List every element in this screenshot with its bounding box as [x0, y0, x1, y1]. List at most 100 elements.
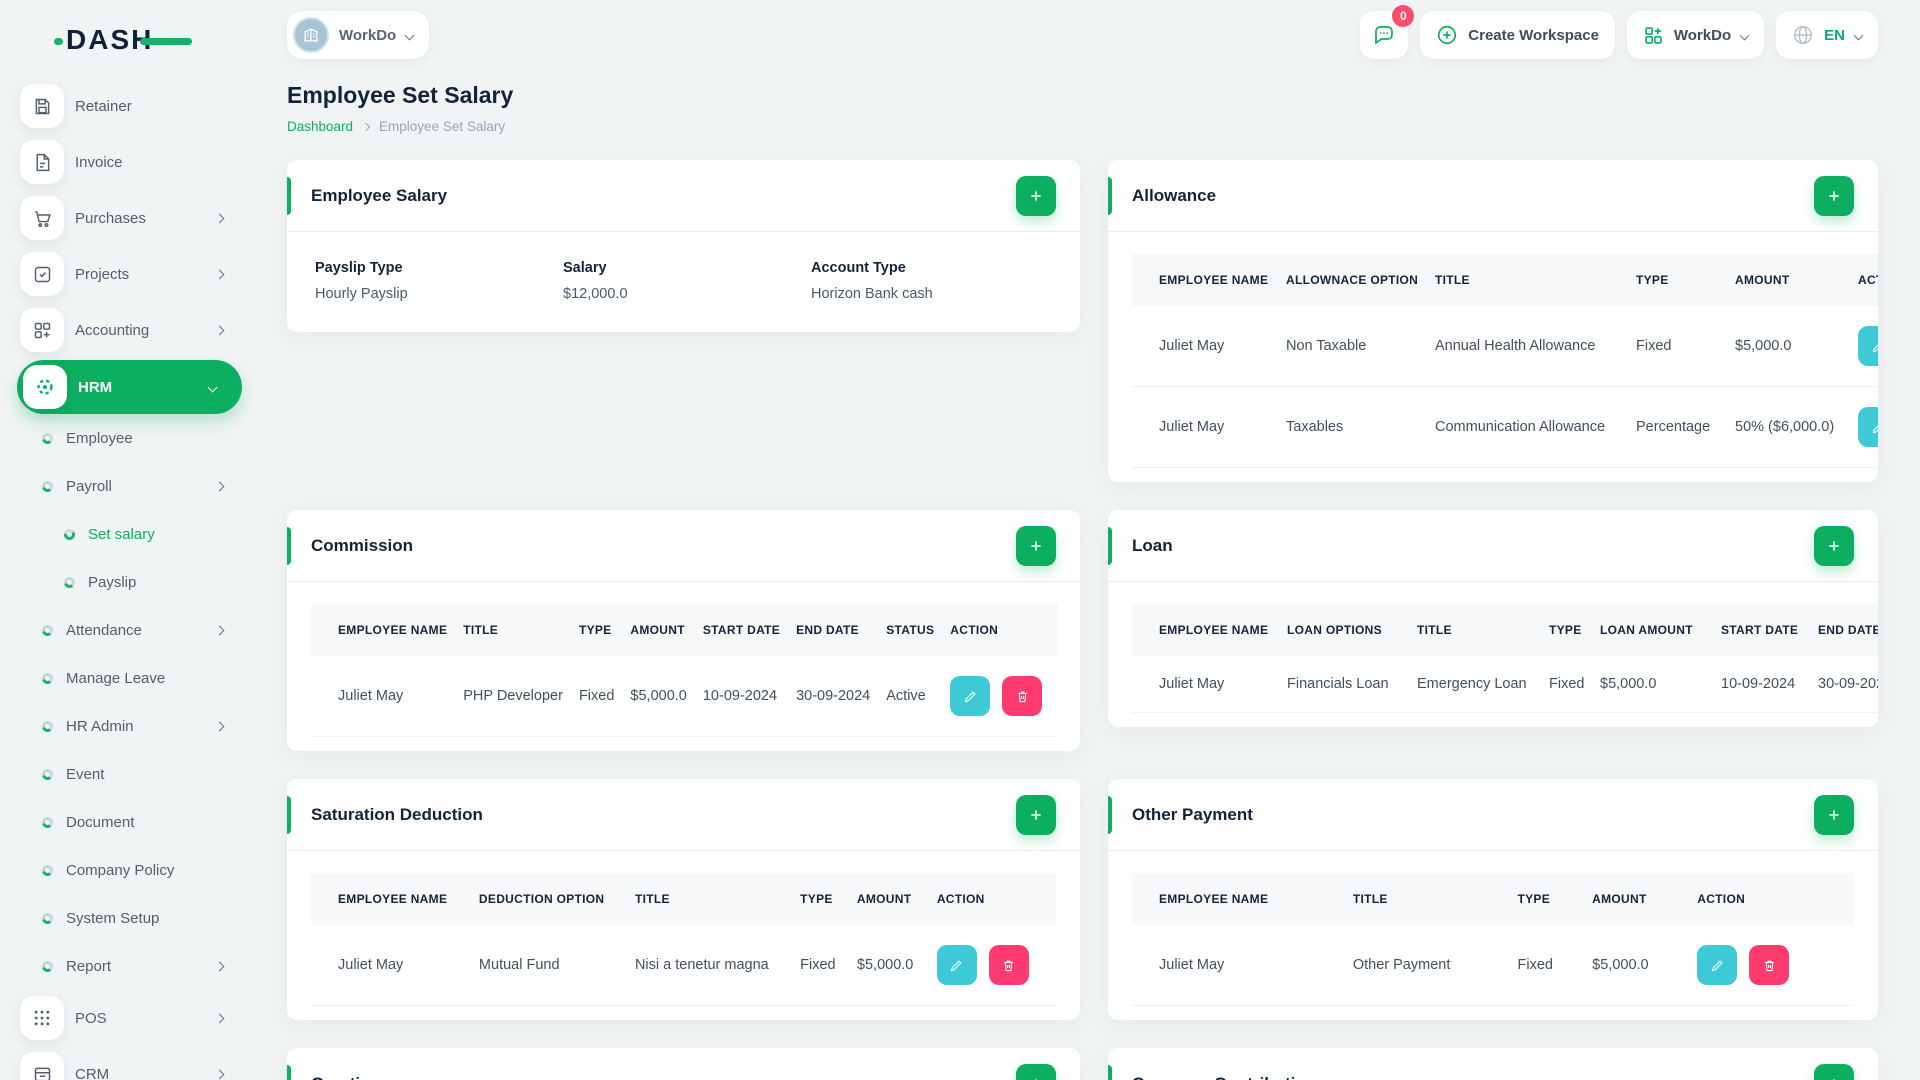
breadcrumb-home-link[interactable]: Dashboard	[287, 119, 353, 134]
table-row: Juliet May PHP Developer Fixed $5,000.0 …	[311, 656, 1059, 737]
card-body: EMPLOYEE NAME TITLE TYPE AMOUNT ACTION J…	[1108, 851, 1878, 1020]
bullet-icon	[42, 864, 53, 876]
table-cell: $5,000.0	[1592, 925, 1698, 1006]
messages-button[interactable]: 0	[1360, 5, 1415, 59]
column-header: EMPLOYEE NAME	[1132, 604, 1287, 656]
sidebar-item-label: Company Policy	[66, 861, 175, 879]
commission-card: Commission EMPLOYEE NAME TITLE TYPE AMOU…	[287, 510, 1080, 751]
edit-button[interactable]	[1858, 407, 1878, 447]
edit-button[interactable]	[936, 945, 977, 985]
sidebar-item-hrm[interactable]: HRM	[17, 360, 242, 414]
sidebar-item-retainer[interactable]: Retainer	[0, 78, 255, 134]
column-header: TYPE	[1517, 873, 1593, 925]
brand-logo[interactable]: DASH	[54, 24, 196, 58]
sidebar-item-payroll[interactable]: Payroll	[0, 462, 255, 510]
add-overtime-button[interactable]	[1016, 1064, 1056, 1080]
sidebar-item-crm[interactable]: CRM	[0, 1046, 255, 1080]
sidebar-item-pos[interactable]: POS	[0, 990, 255, 1046]
bullet-icon	[42, 960, 53, 972]
chevron-right-icon	[214, 213, 225, 223]
logo-accent-bar	[140, 38, 192, 45]
sidebar-item-label: CRM	[75, 1065, 110, 1080]
card-body: EMPLOYEE NAME LOAN OPTIONS TITLE TYPE LO…	[1108, 582, 1878, 727]
delete-button[interactable]	[1002, 676, 1043, 716]
sidebar-item-set-salary[interactable]: Set salary	[0, 510, 255, 558]
add-other-payment-button[interactable]	[1814, 795, 1854, 835]
bullet-icon	[42, 432, 53, 444]
sidebar-item-manage-leave[interactable]: Manage Leave	[0, 654, 255, 702]
field-salary: Salary $12,000.0	[563, 260, 811, 302]
table-scroll-region[interactable]: EMPLOYEE NAME LOAN OPTIONS TITLE TYPE LO…	[1132, 604, 1878, 713]
sidebar-item-employee[interactable]: Employee	[0, 414, 255, 462]
card-body: EMPLOYEE NAME ALLOWNACE OPTION TITLE TYP…	[1108, 232, 1878, 482]
sidebar-item-accounting[interactable]: Accounting	[0, 302, 255, 358]
sidebar-item-projects[interactable]: Projects	[0, 246, 255, 302]
table-row: Juliet May Financials Loan Emergency Loa…	[1132, 656, 1878, 713]
add-company-contribution-button[interactable]	[1814, 1064, 1854, 1080]
sidebar-item-purchases[interactable]: Purchases	[0, 190, 255, 246]
sidebar-item-label: Event	[66, 765, 105, 783]
delete-button[interactable]	[988, 945, 1029, 985]
table-cell: 10-09-2024	[1721, 656, 1818, 713]
table-cell: Annual Health Allowance	[1435, 306, 1636, 387]
sidebar-item-hr-admin[interactable]: HR Admin	[0, 702, 255, 750]
sidebar-item-system-setup[interactable]: System Setup	[0, 894, 255, 942]
messages-badge: 0	[1392, 5, 1415, 27]
sidebar-item-label: Retainer	[75, 97, 132, 115]
table-cell: Fixed	[578, 656, 631, 737]
employee-salary-card: Employee Salary Payslip Type Hourly Pays…	[287, 160, 1080, 332]
invoice-icon	[20, 140, 64, 184]
table-cell: Other Payment	[1352, 925, 1518, 1006]
sidebar-item-event[interactable]: Event	[0, 750, 255, 798]
add-saturation-deduction-button[interactable]	[1016, 795, 1056, 835]
table-cell: Juliet May	[1132, 925, 1353, 1006]
globe-icon	[1794, 26, 1813, 44]
workdo-menu-button[interactable]: WorkDo	[1626, 11, 1765, 59]
column-header: EMPLOYEE NAME	[1132, 254, 1286, 306]
edit-button[interactable]	[1697, 945, 1738, 985]
language-selector[interactable]: EN	[1776, 11, 1878, 59]
sidebar-item-document[interactable]: Document	[0, 798, 255, 846]
chevron-down-icon	[404, 30, 415, 40]
allowance-card: Allowance EMPLOYEE NAME ALLOWNACE OPTION…	[1108, 160, 1878, 482]
chevron-right-icon	[361, 122, 371, 131]
add-commission-button[interactable]	[1016, 526, 1056, 566]
add-loan-button[interactable]	[1814, 526, 1854, 566]
table-scroll-region[interactable]: EMPLOYEE NAME ALLOWNACE OPTION TITLE TYP…	[1132, 254, 1878, 468]
bullet-icon	[42, 672, 53, 684]
table-row: Juliet May Other Payment Fixed $5,000.0	[1132, 925, 1854, 1006]
table-cell: PHP Developer	[463, 656, 579, 737]
table-cell-actions	[1858, 386, 1878, 468]
app-root: DASH Retainer Invoice Purchases Projects…	[0, 0, 1920, 1080]
allowance-table: EMPLOYEE NAME ALLOWNACE OPTION TITLE TYP…	[1132, 254, 1878, 468]
field-value: Horizon Bank cash	[811, 286, 933, 302]
delete-button[interactable]	[1749, 945, 1790, 985]
table-header-row: EMPLOYEE NAME TITLE TYPE AMOUNT ACTION	[1132, 873, 1854, 925]
chevron-down-icon	[1739, 30, 1750, 40]
cards-grid: Employee Salary Payslip Type Hourly Pays…	[287, 160, 1878, 1080]
column-header: TYPE	[1636, 254, 1735, 306]
table-header-row: EMPLOYEE NAME ALLOWNACE OPTION TITLE TYP…	[1132, 254, 1878, 306]
sidebar-item-attendance[interactable]: Attendance	[0, 606, 255, 654]
loan-table: EMPLOYEE NAME LOAN OPTIONS TITLE TYPE LO…	[1132, 604, 1878, 713]
create-workspace-button[interactable]: Create Workspace	[1420, 11, 1615, 59]
edit-button[interactable]	[950, 676, 991, 716]
retainer-icon	[20, 84, 64, 128]
sidebar-item-company-policy[interactable]: Company Policy	[0, 846, 255, 894]
sidebar-item-payslip[interactable]: Payslip	[0, 558, 255, 606]
workspace-selector[interactable]: WorkDo	[287, 11, 430, 59]
table-cell: $5,000.0	[856, 925, 937, 1006]
sidebar-item-invoice[interactable]: Invoice	[0, 134, 255, 190]
column-header: LOAN AMOUNT	[1600, 604, 1721, 656]
bullet-icon	[64, 576, 75, 588]
breadcrumb: Dashboard Employee Set Salary	[287, 119, 1878, 134]
edit-button[interactable]	[1858, 326, 1878, 366]
add-employee-salary-button[interactable]	[1016, 176, 1056, 216]
table-cell: 30-09-2024	[1818, 656, 1878, 713]
sidebar-item-label: HR Admin	[66, 717, 134, 735]
column-header: END DATE	[796, 604, 887, 656]
card-body: EMPLOYEE NAME DEDUCTION OPTION TITLE TYP…	[287, 851, 1080, 1020]
pos-grid-dots-icon	[20, 996, 64, 1040]
add-allowance-button[interactable]	[1814, 176, 1854, 216]
sidebar-item-report[interactable]: Report	[0, 942, 255, 990]
